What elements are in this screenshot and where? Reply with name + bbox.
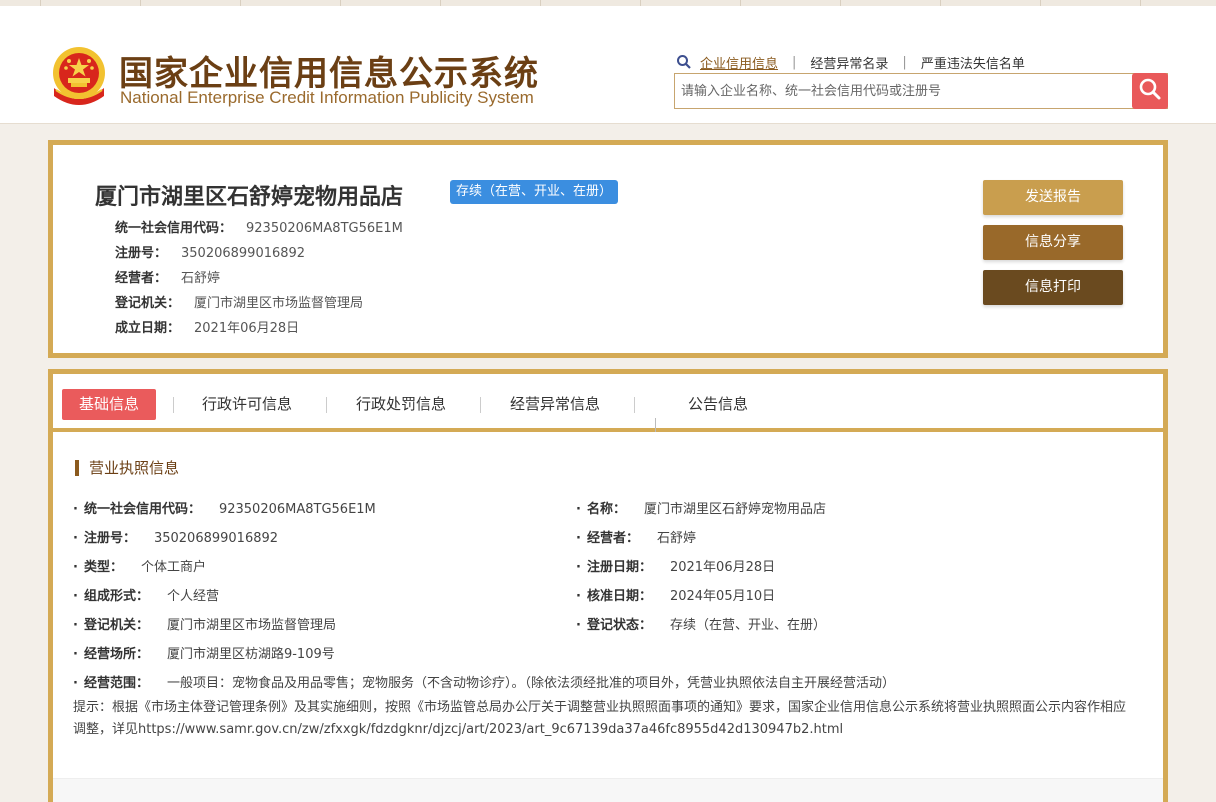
- field-value: 厦门市湖里区市场监督管理局: [194, 296, 364, 311]
- tab-divider: [326, 397, 327, 413]
- field-value: 350206899016892: [153, 531, 279, 546]
- field-label: 组成形式：: [83, 589, 149, 604]
- bullet: ·: [73, 618, 78, 633]
- bullet: ·: [73, 647, 78, 662]
- adjustment-notice: 提示：根据《市场主体登记管理条例》及其实施细则，按照《市场监管总局办公厅关于调整…: [73, 700, 1127, 737]
- nav-separator: |: [902, 54, 907, 70]
- field-label: 经营者：: [586, 531, 639, 546]
- field-value: 石舒婷: [656, 531, 696, 546]
- tab-divider: [634, 397, 635, 413]
- field-label: 名称：: [586, 502, 626, 517]
- field-label: 经营范围：: [83, 676, 149, 691]
- license-row-business-scope: · 经营范围： 一般项目：宠物食品及用品零售；宠物服务（不含动物诊疗）。（除依法须经…: [73, 672, 895, 691]
- panel-footer: [53, 778, 1163, 802]
- license-row-reg-number: · 注册号： 350206899016892: [73, 527, 278, 546]
- field-label: 注册号：: [83, 531, 136, 546]
- tab-divider: [480, 397, 481, 413]
- share-info-button[interactable]: 信息分享: [983, 225, 1123, 260]
- national-emblem-icon: [50, 44, 108, 110]
- print-info-button[interactable]: 信息打印: [983, 270, 1123, 305]
- company-name: 厦门市湖里区石舒婷宠物用品店: [95, 185, 404, 210]
- field-label: 统一社会信用代码：: [115, 221, 233, 236]
- bullet: ·: [576, 560, 581, 575]
- field-label: 登记机关：: [83, 618, 149, 633]
- field-label: 类型：: [83, 560, 123, 575]
- tab-admin-license[interactable]: 行政许可信息: [202, 389, 292, 420]
- status-badge: 存续（在营、开业、在册）: [450, 180, 619, 204]
- summary-reg-number: 注册号： 350206899016892: [115, 242, 305, 261]
- field-value: 350206899016892: [181, 246, 306, 261]
- field-value: 2021年06月28日: [194, 321, 300, 336]
- field-label: 注册号：: [115, 246, 168, 261]
- tab-divider: [655, 418, 656, 432]
- bullet: ·: [73, 589, 78, 604]
- summary-registration-authority: 登记机关： 厦门市湖里区市场监督管理局: [115, 292, 363, 311]
- license-row-registration-date: · 注册日期： 2021年06月28日: [576, 556, 775, 575]
- field-label: 成立日期：: [115, 321, 181, 336]
- bullet: ·: [73, 676, 78, 691]
- bullet: ·: [73, 531, 78, 546]
- license-row-composition: · 组成形式： 个人经营: [73, 585, 219, 604]
- nav-abnormal-operation-list[interactable]: 经营异常名录: [810, 53, 888, 72]
- field-value: 个人经营: [166, 589, 219, 604]
- search-button-icon: [1138, 77, 1162, 105]
- field-value: 一般项目：宠物食品及用品零售；宠物服务（不含动物诊疗）。（除依法须经批准的项目外…: [166, 676, 895, 691]
- license-row-credit-code: · 统一社会信用代码： 92350206MA8TG56E1M: [73, 498, 376, 517]
- bullet: ·: [576, 618, 581, 633]
- field-label: 注册日期：: [586, 560, 652, 575]
- field-label: 登记机关：: [115, 296, 181, 311]
- detail-panel: 基础信息 行政许可信息 行政处罚信息 经营异常信息 公告信息 营业执照信息 · 统…: [48, 369, 1168, 802]
- license-row-operator: · 经营者： 石舒婷: [576, 527, 696, 546]
- field-value: 92350206MA8TG56E1M: [218, 502, 376, 517]
- tab-abnormal-operation[interactable]: 经营异常信息: [510, 389, 600, 420]
- top-nav: 企业信用信息 | 经营异常名录 | 严重违法失信名单: [676, 52, 1025, 72]
- search-button[interactable]: [1132, 73, 1168, 109]
- field-value: 92350206MA8TG56E1M: [246, 221, 403, 236]
- field-label: 经营场所：: [83, 647, 149, 662]
- search-box: [674, 73, 1168, 109]
- tab-divider: [173, 397, 174, 413]
- tab-admin-penalty[interactable]: 行政处罚信息: [356, 389, 446, 420]
- field-value: 厦门市湖里区石舒婷宠物用品店: [643, 502, 826, 517]
- nav-enterprise-credit-info[interactable]: 企业信用信息: [700, 53, 778, 72]
- section-title-business-license: 营业执照信息: [75, 460, 179, 476]
- field-value: 个体工商户: [140, 560, 206, 575]
- nav-separator: |: [792, 54, 797, 70]
- license-row-registration-authority: · 登记机关： 厦门市湖里区市场监督管理局: [73, 614, 336, 633]
- license-row-business-address: · 经营场所： 厦门市湖里区枋湖路9-109号: [73, 643, 335, 662]
- license-row-approval-date: · 核准日期： 2024年05月10日: [576, 585, 775, 604]
- search-magnifier-icon: [676, 54, 692, 70]
- field-value: 厦门市湖里区枋湖路9-109号: [166, 647, 335, 662]
- bullet: ·: [73, 560, 78, 575]
- bullet: ·: [73, 502, 78, 517]
- tab-bar: 基础信息 行政许可信息 行政处罚信息 经营异常信息 公告信息: [53, 374, 1163, 432]
- field-value: 厦门市湖里区市场监督管理局: [166, 618, 336, 633]
- summary-credit-code: 统一社会信用代码： 92350206MA8TG56E1M: [115, 217, 403, 236]
- bullet: ·: [576, 502, 581, 517]
- tab-basic-info[interactable]: 基础信息: [62, 389, 157, 420]
- field-label: 登记状态：: [586, 618, 652, 633]
- company-summary-card: 厦门市湖里区石舒婷宠物用品店 存续（在营、开业、在册） 统一社会信用代码： 923…: [48, 140, 1168, 358]
- field-value: 2024年05月10日: [669, 589, 776, 604]
- logo-english-title: National Enterprise Credit Information P…: [120, 88, 534, 107]
- send-report-button[interactable]: 发送报告: [983, 180, 1123, 215]
- license-row-name: · 名称： 厦门市湖里区石舒婷宠物用品店: [576, 498, 826, 517]
- field-value: 2021年06月28日: [669, 560, 776, 575]
- license-row-type: · 类型： 个体工商户: [73, 556, 206, 575]
- bullet: ·: [576, 589, 581, 604]
- field-label: 统一社会信用代码：: [83, 502, 201, 517]
- field-label: 经营者：: [115, 271, 168, 286]
- bullet: ·: [576, 531, 581, 546]
- search-input[interactable]: [675, 74, 1131, 108]
- field-value: 石舒婷: [181, 271, 221, 286]
- nav-serious-violation-list[interactable]: 严重违法失信名单: [921, 53, 1025, 72]
- field-value: 存续（在营、开业、在册）: [669, 618, 826, 633]
- field-label: 核准日期：: [586, 589, 652, 604]
- summary-operator: 经营者： 石舒婷: [115, 267, 220, 286]
- site-header: 国家企业信用信息公示系统 National Enterprise Credit …: [0, 6, 1216, 124]
- license-row-registration-status: · 登记状态： 存续（在营、开业、在册）: [576, 614, 826, 633]
- summary-establish-date: 成立日期： 2021年06月28日: [115, 317, 299, 336]
- tab-announcements[interactable]: 公告信息: [688, 389, 748, 420]
